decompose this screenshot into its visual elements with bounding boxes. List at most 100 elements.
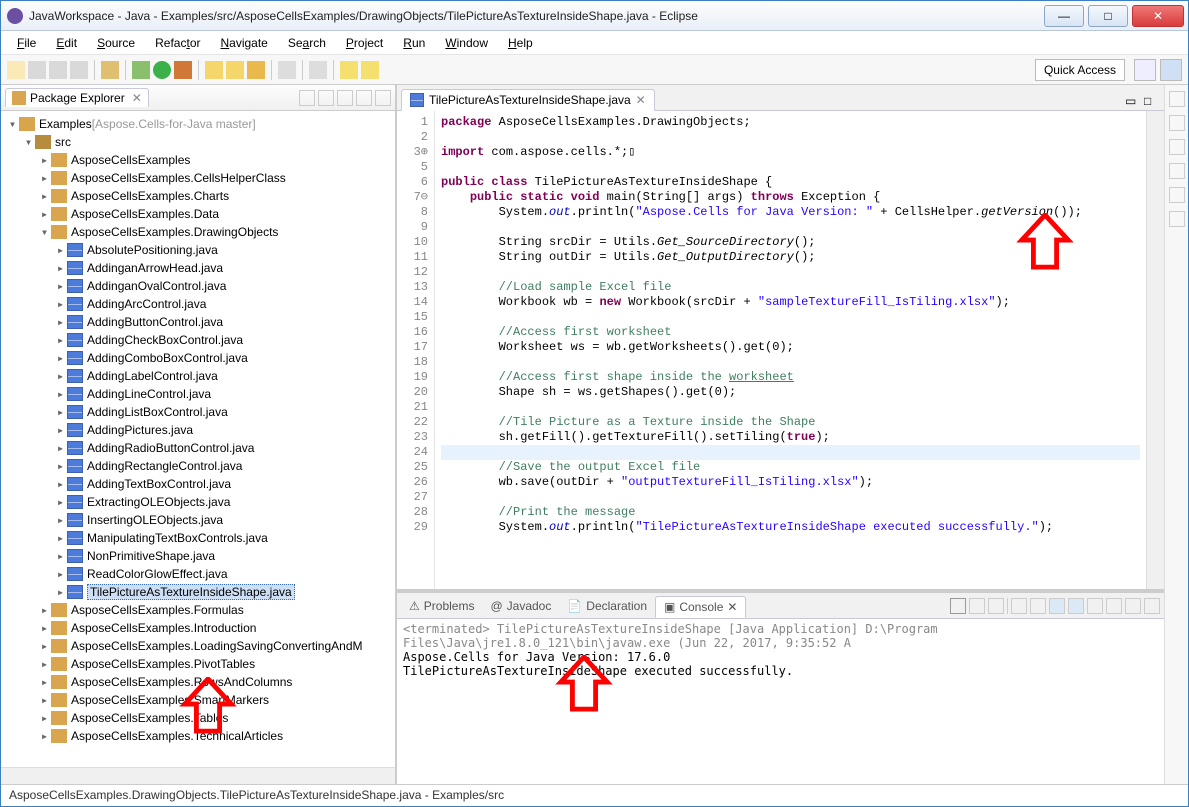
tree-node[interactable]: ▾AsposeCellsExamples.DrawingObjects [7,223,395,241]
tree-node[interactable]: ▸AddingLabelControl.java [7,367,395,385]
tab-declaration[interactable]: 📄 Declaration [559,596,655,616]
package-explorer-tab[interactable]: Package Explorer ✕ [5,88,149,107]
tree-node[interactable]: ▸AddingPictures.java [7,421,395,439]
menu-navigate[interactable]: Navigate [212,34,275,52]
toggle-mark-icon[interactable] [309,61,327,79]
tree-node[interactable]: ▸AsposeCellsExamples [7,151,395,169]
menu-refactor[interactable]: Refactor [147,34,208,52]
tree-node[interactable]: ▸AsposeCellsExamples.Formulas [7,601,395,619]
new-icon[interactable] [7,61,25,79]
editor-tab[interactable]: TilePictureAsTextureInsideShape.java ✕ [401,89,655,111]
tree-node[interactable]: ▸AddingRectangleControl.java [7,457,395,475]
debug-icon[interactable] [132,61,150,79]
minimize-button[interactable]: — [1044,5,1084,27]
remove-all-icon[interactable] [988,598,1004,614]
tree-node[interactable]: ▸AddingRadioButtonControl.java [7,439,395,457]
menu-help[interactable]: Help [500,34,541,52]
tasks-icon[interactable] [1169,139,1185,155]
close-tab-icon[interactable]: ✕ [636,93,646,107]
menu-edit[interactable]: Edit [48,34,85,52]
min-console-icon[interactable] [1125,598,1141,614]
tree-hscroll[interactable] [1,767,395,784]
tree-node[interactable]: ▸AsposeCellsExamples.Introduction [7,619,395,637]
terminate-icon[interactable] [950,598,966,614]
menu-source[interactable]: Source [89,34,143,52]
minimize-editor-icon[interactable]: ▭ [1125,94,1141,110]
menu-file[interactable]: File [9,34,44,52]
quick-access[interactable]: Quick Access [1035,59,1125,81]
menu-search[interactable]: Search [280,34,334,52]
java-perspective-icon[interactable] [1160,59,1182,81]
tree-node[interactable]: ▸TilePictureAsTextureInsideShape.java [7,583,395,601]
close-console-icon[interactable]: ✕ [727,600,737,614]
run-icon[interactable] [153,61,171,79]
tab-javadoc[interactable]: @ Javadoc [482,596,559,616]
open-console-icon[interactable] [1106,598,1122,614]
tree-node[interactable]: ▸AddinganOvalControl.java [7,277,395,295]
menu-project[interactable]: Project [338,34,391,52]
minimize-view-icon[interactable] [356,90,372,106]
properties-icon[interactable] [1169,187,1185,203]
menu-run[interactable]: Run [395,34,433,52]
maximize-editor-icon[interactable]: □ [1144,94,1160,110]
editor-vscroll[interactable] [1146,111,1164,589]
open-perspective-icon[interactable] [1134,59,1156,81]
tree-node[interactable]: ▸ExtractingOLEObjects.java [7,493,395,511]
open-type-icon[interactable] [247,61,265,79]
outline-icon[interactable] [1169,91,1185,107]
forward-icon[interactable] [361,61,379,79]
scroll-lock-icon[interactable] [1030,598,1046,614]
maximize-button[interactable]: □ [1088,5,1128,27]
tree-node[interactable]: ▾Examples [Aspose.Cells-for-Java master] [7,115,395,133]
tree-node[interactable]: ▸NonPrimitiveShape.java [7,547,395,565]
close-view-icon[interactable]: ✕ [132,91,142,105]
back-icon[interactable] [340,61,358,79]
tree-node[interactable]: ▸InsertingOLEObjects.java [7,511,395,529]
remove-launch-icon[interactable] [969,598,985,614]
tree-node[interactable]: ▸AddingLineControl.java [7,385,395,403]
show-console-icon[interactable] [1049,598,1065,614]
print-icon[interactable] [70,61,88,79]
tree-node[interactable]: ▸AddingListBoxControl.java [7,403,395,421]
display-selected-icon[interactable] [1087,598,1103,614]
console-output[interactable]: <terminated> TilePictureAsTextureInsideS… [397,619,1164,784]
tree-node[interactable]: ▸AddingCheckBoxControl.java [7,331,395,349]
max-console-icon[interactable] [1144,598,1160,614]
tree-node[interactable]: ▸AsposeCellsExamples.Data [7,205,395,223]
maximize-view-icon[interactable] [375,90,391,106]
menu-window[interactable]: Window [437,34,496,52]
tree-node[interactable]: ▸AsposeCellsExamples.TechnicalArticles [7,727,395,745]
task-list-icon[interactable] [1169,115,1185,131]
tree-node[interactable]: ▸AsposeCellsExamples.Charts [7,187,395,205]
tree-node[interactable]: ▸AddinganArrowHead.java [7,259,395,277]
collapse-all-icon[interactable] [299,90,315,106]
search-icon[interactable] [278,61,296,79]
close-button[interactable]: ✕ [1132,5,1184,27]
tree-node[interactable]: ▸ReadColorGlowEffect.java [7,565,395,583]
tree-node[interactable]: ▸AddingTextBoxControl.java [7,475,395,493]
bookmarks-icon[interactable] [1169,163,1185,179]
tree-node[interactable]: ▸AsposeCellsExamples.LoadingSavingConver… [7,637,395,655]
tree-node[interactable]: ▸AbsolutePositioning.java [7,241,395,259]
tab-problems[interactable]: ⚠ Problems [401,596,482,616]
new-class-icon[interactable] [226,61,244,79]
new-package-icon[interactable] [205,61,223,79]
team-icon[interactable] [1169,211,1185,227]
tree-node[interactable]: ▸AddingArcControl.java [7,295,395,313]
tree-node[interactable]: ▸AsposeCellsExamples.PivotTables [7,655,395,673]
tree-node[interactable]: ▸ManipulatingTextBoxControls.java [7,529,395,547]
tree-node[interactable]: ▸AsposeCellsExamples.SmartMarkers [7,691,395,709]
tab-console[interactable]: ▣ Console ✕ [655,596,746,618]
build-icon[interactable] [101,61,119,79]
tree-node[interactable]: ▸AsposeCellsExamples.Tables [7,709,395,727]
tree-node[interactable]: ▸AsposeCellsExamples.RowsAndColumns [7,673,395,691]
link-editor-icon[interactable] [318,90,334,106]
save-icon[interactable] [28,61,46,79]
tree-node[interactable]: ▸AsposeCellsExamples.CellsHelperClass [7,169,395,187]
code-editor[interactable]: 123⊕567⊖89101112131415161718192021222324… [397,111,1164,589]
run-last-icon[interactable] [174,61,192,79]
view-menu-icon[interactable] [337,90,353,106]
package-tree[interactable]: ▾Examples [Aspose.Cells-for-Java master]… [1,111,395,767]
tree-node[interactable]: ▸AddingComboBoxControl.java [7,349,395,367]
code-content[interactable]: package AsposeCellsExamples.DrawingObjec… [435,111,1146,589]
